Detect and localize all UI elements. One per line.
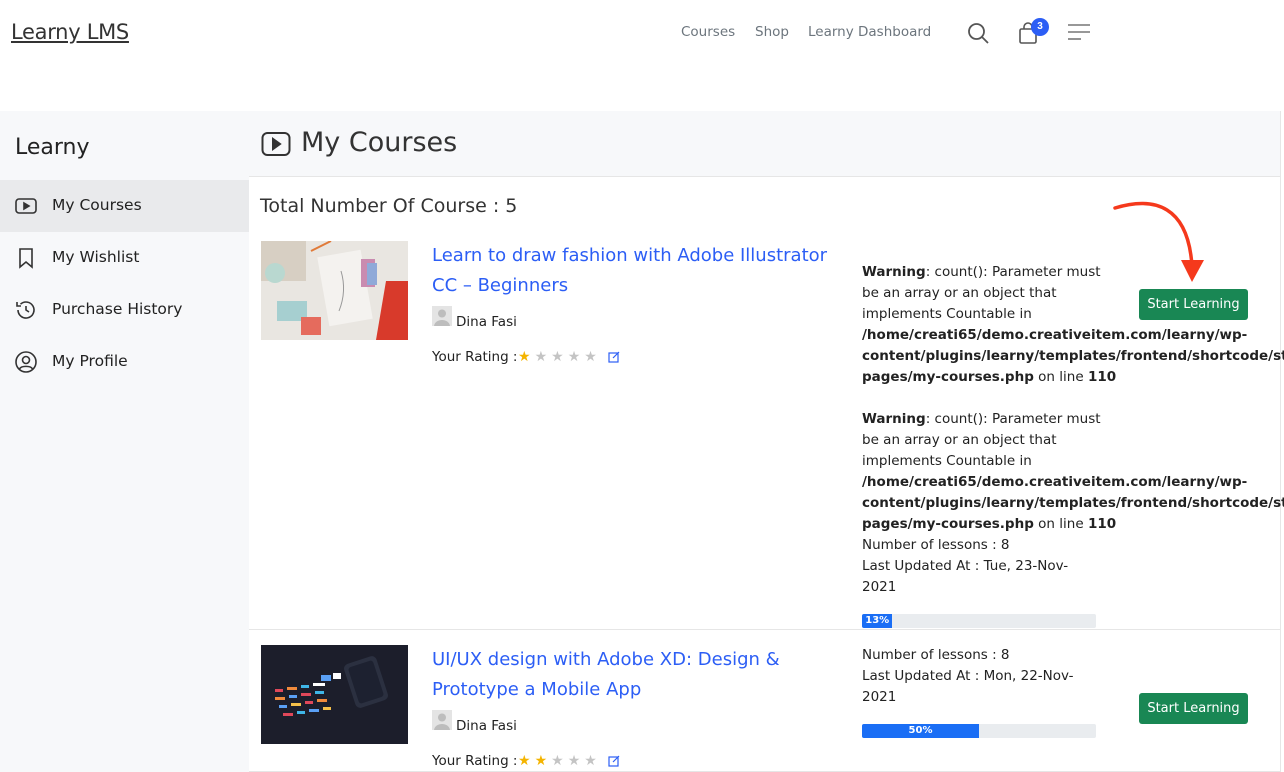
history-icon <box>16 301 35 319</box>
star-icon[interactable]: ★ <box>518 752 535 768</box>
sidebar: Learny My Courses My Wishlist Purchase H… <box>0 111 249 772</box>
user-circle-icon <box>15 351 37 373</box>
annotation-arrow-icon <box>1113 201 1204 282</box>
start-learning-button[interactable]: Start Learning <box>1139 693 1248 724</box>
nav-shop[interactable]: Shop <box>755 24 789 40</box>
course-progress-bar: 13% <box>862 614 1096 628</box>
course-thumbnail[interactable] <box>261 645 408 744</box>
star-icon[interactable]: ★ <box>518 348 535 364</box>
course-title-link[interactable]: Learn to draw fashion with Adobe Illustr… <box>432 241 832 301</box>
bookmark-icon <box>19 248 33 269</box>
sidebar-title: Learny <box>15 135 90 160</box>
progress-fill: 13% <box>862 614 893 628</box>
star-icon[interactable]: ★ <box>568 348 585 364</box>
sidebar-item-my-profile[interactable]: My Profile <box>0 336 249 388</box>
site-logo[interactable]: Learny LMS <box>11 20 129 44</box>
nav-courses[interactable]: Courses <box>681 24 735 40</box>
site-header: Learny LMS Courses Shop Learny Dashboard… <box>0 0 1284 111</box>
instructor-name: Dina Fasi <box>456 718 517 734</box>
last-updated: Last Updated At : Tue, 23-Nov- <box>862 558 1069 574</box>
sidebar-item-label: My Courses <box>52 196 142 214</box>
last-updated: Last Updated At : Mon, 22-Nov- <box>862 668 1074 684</box>
php-warning-message: Warning: count(): Parameter must be an a… <box>862 411 1284 532</box>
sidebar-item-label: My Profile <box>52 352 128 370</box>
total-course-count: Total Number Of Course : 5 <box>260 195 518 217</box>
nav-learny-dashboard[interactable]: Learny Dashboard <box>808 24 931 40</box>
cart-count-badge: 3 <box>1031 18 1049 36</box>
rating-label: Your Rating : <box>432 753 518 769</box>
star-rating[interactable]: ★★★★★ <box>518 348 601 365</box>
rating-label: Your Rating : <box>432 349 518 365</box>
sidebar-item-label: My Wishlist <box>52 248 140 266</box>
star-icon[interactable]: ★ <box>584 348 601 364</box>
instructor-name: Dina Fasi <box>456 314 517 330</box>
php-warning-message: Warning: count(): Parameter must be an a… <box>862 264 1284 385</box>
sidebar-item-my-courses[interactable]: My Courses <box>0 180 249 232</box>
main-header: My Courses <box>249 111 1280 177</box>
play-video-icon <box>15 198 37 214</box>
course-info: Number of lessons : 8 Last Updated At : … <box>862 645 1102 708</box>
course-title-link[interactable]: UI/UX design with Adobe XD: Design & Pro… <box>432 645 832 705</box>
sidebar-item-label: Purchase History <box>52 300 183 318</box>
avatar <box>432 710 452 730</box>
sidebar-item-my-wishlist[interactable]: My Wishlist <box>0 232 249 284</box>
star-icon[interactable]: ★ <box>551 752 568 768</box>
progress-fill: 50% <box>862 724 979 738</box>
search-icon[interactable] <box>966 21 990 45</box>
start-learning-button[interactable]: Start Learning <box>1139 289 1248 320</box>
course-divider <box>249 629 1280 630</box>
hamburger-menu-icon[interactable] <box>1067 22 1091 42</box>
star-icon[interactable]: ★ <box>551 348 568 364</box>
lesson-count: Number of lessons : 8 <box>862 537 1010 553</box>
play-video-icon <box>261 132 291 156</box>
star-icon[interactable]: ★ <box>568 752 585 768</box>
sidebar-item-purchase-history[interactable]: Purchase History <box>0 284 249 336</box>
star-icon[interactable]: ★ <box>535 752 552 768</box>
course-info: Number of lessons : 8 Last Updated At : … <box>862 535 1102 598</box>
edit-rating-icon[interactable] <box>608 351 620 363</box>
star-icon[interactable]: ★ <box>535 348 552 364</box>
avatar <box>432 306 452 326</box>
course-progress-bar: 50% <box>862 724 1096 738</box>
page-title: My Courses <box>301 127 458 158</box>
edit-rating-icon[interactable] <box>608 755 620 767</box>
lesson-count: Number of lessons : 8 <box>862 647 1010 663</box>
course-thumbnail[interactable] <box>261 241 408 340</box>
star-rating[interactable]: ★★★★★ <box>518 752 601 769</box>
star-icon[interactable]: ★ <box>584 752 601 768</box>
